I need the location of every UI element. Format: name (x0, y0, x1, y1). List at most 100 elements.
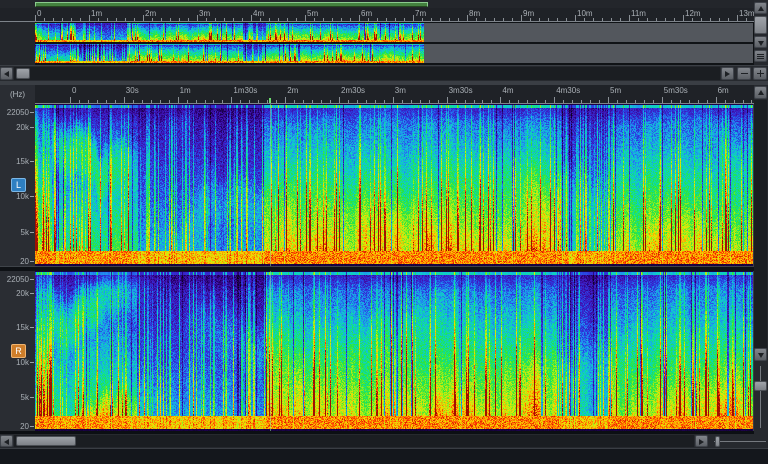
overview-spectrogram-right[interactable] (35, 44, 753, 63)
ruler-tick (656, 18, 657, 21)
overview-scroll-right-button[interactable] (721, 67, 734, 80)
overview-zoom-in-button[interactable] (753, 67, 767, 80)
ruler-tick (269, 18, 270, 21)
ruler-tick (294, 100, 295, 103)
ruler-tick (456, 100, 457, 103)
ruler-tick (312, 100, 313, 103)
ruler-tick (411, 100, 412, 103)
overview-scroll-left-button[interactable] (0, 67, 13, 80)
frequency-tick-mark (30, 362, 34, 363)
ruler-tick (35, 15, 36, 21)
playback-cursor-tick (269, 98, 271, 103)
ruler-tick (602, 18, 603, 21)
ruler-tick (115, 100, 116, 103)
ruler-tick (554, 97, 555, 103)
ruler-tick (350, 18, 351, 21)
ruler-tick (287, 18, 288, 21)
ruler-tick (593, 18, 594, 21)
overview-vscrollbar (754, 0, 768, 65)
ruler-tick (548, 18, 549, 21)
ruler-tick (124, 97, 125, 103)
overview-time-ruler[interactable]: 01m2m3m4m5m6m7m8m9m10m11m12m13m (0, 8, 754, 22)
frequency-tick-label: 10k (0, 358, 29, 367)
frequency-tick-mark (30, 127, 34, 128)
ruler-tick (575, 15, 576, 21)
ruler-tick (359, 15, 360, 21)
ruler-tick (689, 100, 690, 103)
left-channel-badge[interactable]: L (11, 178, 26, 192)
ruler-tick (62, 18, 63, 21)
ruler-label: 5m (610, 86, 621, 95)
main-vscroll-track[interactable] (754, 100, 767, 348)
frequency-tick-mark (30, 397, 34, 398)
ruler-tick (584, 18, 585, 21)
ruler-tick (653, 100, 654, 103)
arrow-up-icon (758, 90, 764, 95)
ruler-tick (518, 100, 519, 103)
frequency-tick-label: 15k (0, 323, 29, 332)
arrow-up-icon (758, 6, 764, 11)
overview-body (0, 22, 754, 65)
frequency-tick-label: 5k (0, 393, 29, 402)
main-scroll-down-button[interactable] (754, 348, 767, 361)
frequency-tick-mark (30, 327, 34, 328)
ruler-tick (692, 18, 693, 21)
ruler-label: 1m (91, 9, 102, 18)
ruler-tick (590, 100, 591, 103)
ruler-tick (197, 15, 198, 21)
overview-vscroll-thumb[interactable] (754, 16, 767, 34)
ruler-tick (662, 97, 663, 103)
ruler-tick (375, 100, 376, 103)
ruler-tick (402, 100, 403, 103)
main-time-ruler[interactable]: 030s1m1m30s2m2m30s3m3m30s4m4m30s5m5m30s6… (35, 85, 754, 104)
vertical-zoom-slider-thumb[interactable] (754, 381, 767, 391)
ruler-label: 0 (72, 86, 76, 95)
ruler-tick (116, 18, 117, 21)
overview-scroll-down-button[interactable] (754, 36, 767, 48)
ruler-label: 9m (523, 9, 534, 18)
spectrogram-left-channel[interactable] (35, 104, 753, 266)
ruler-tick (557, 18, 558, 21)
ruler-label: 2m (145, 9, 156, 18)
vertical-zoom-slider-track[interactable] (760, 366, 761, 428)
ruler-tick (97, 100, 98, 103)
ruler-tick (107, 18, 108, 21)
ruler-tick (143, 15, 144, 21)
ruler-tick (581, 100, 582, 103)
ruler-tick (152, 18, 153, 21)
main-hscroll-thumb[interactable] (16, 436, 76, 446)
ruler-tick (683, 15, 684, 21)
horizontal-zoom-slider-thumb[interactable] (715, 436, 720, 447)
spectrogram-right-channel[interactable] (35, 271, 753, 431)
ruler-tick (512, 18, 513, 21)
overview-pane-grip-button[interactable] (754, 50, 767, 62)
overview-zoom-out-button[interactable] (737, 67, 751, 80)
ruler-tick (665, 18, 666, 21)
overview-hscroll-thumb[interactable] (16, 68, 30, 79)
right-channel-badge[interactable]: R (11, 344, 26, 358)
ruler-label: 30s (126, 86, 139, 95)
ruler-tick (438, 100, 439, 103)
main-scroll-left-button[interactable] (0, 435, 13, 447)
main-scroll-up-button[interactable] (754, 86, 767, 99)
ruler-tick (53, 18, 54, 21)
overview-scroll-up-button[interactable] (754, 2, 767, 14)
file-extent-range-bar[interactable] (35, 2, 428, 7)
ruler-tick (737, 15, 738, 21)
ruler-tick (357, 100, 358, 103)
frequency-tick-mark (30, 426, 34, 427)
overview-spectrogram-left[interactable] (35, 23, 753, 42)
main-hscroll-track[interactable] (14, 435, 694, 447)
ruler-tick (80, 18, 81, 21)
overview-hscroll-track[interactable] (14, 67, 720, 80)
ruler-tick (644, 100, 645, 103)
overview-hscrollbar (0, 66, 768, 81)
ruler-tick (88, 100, 89, 103)
ruler-tick (701, 18, 702, 21)
ruler-tick (620, 18, 621, 21)
horizontal-zoom-slider-track[interactable] (714, 441, 766, 442)
frequency-unit-label: (Hz) (0, 90, 35, 99)
ruler-tick (626, 100, 627, 103)
main-scroll-right-button[interactable] (695, 435, 708, 447)
ruler-label: 10m (577, 9, 593, 18)
